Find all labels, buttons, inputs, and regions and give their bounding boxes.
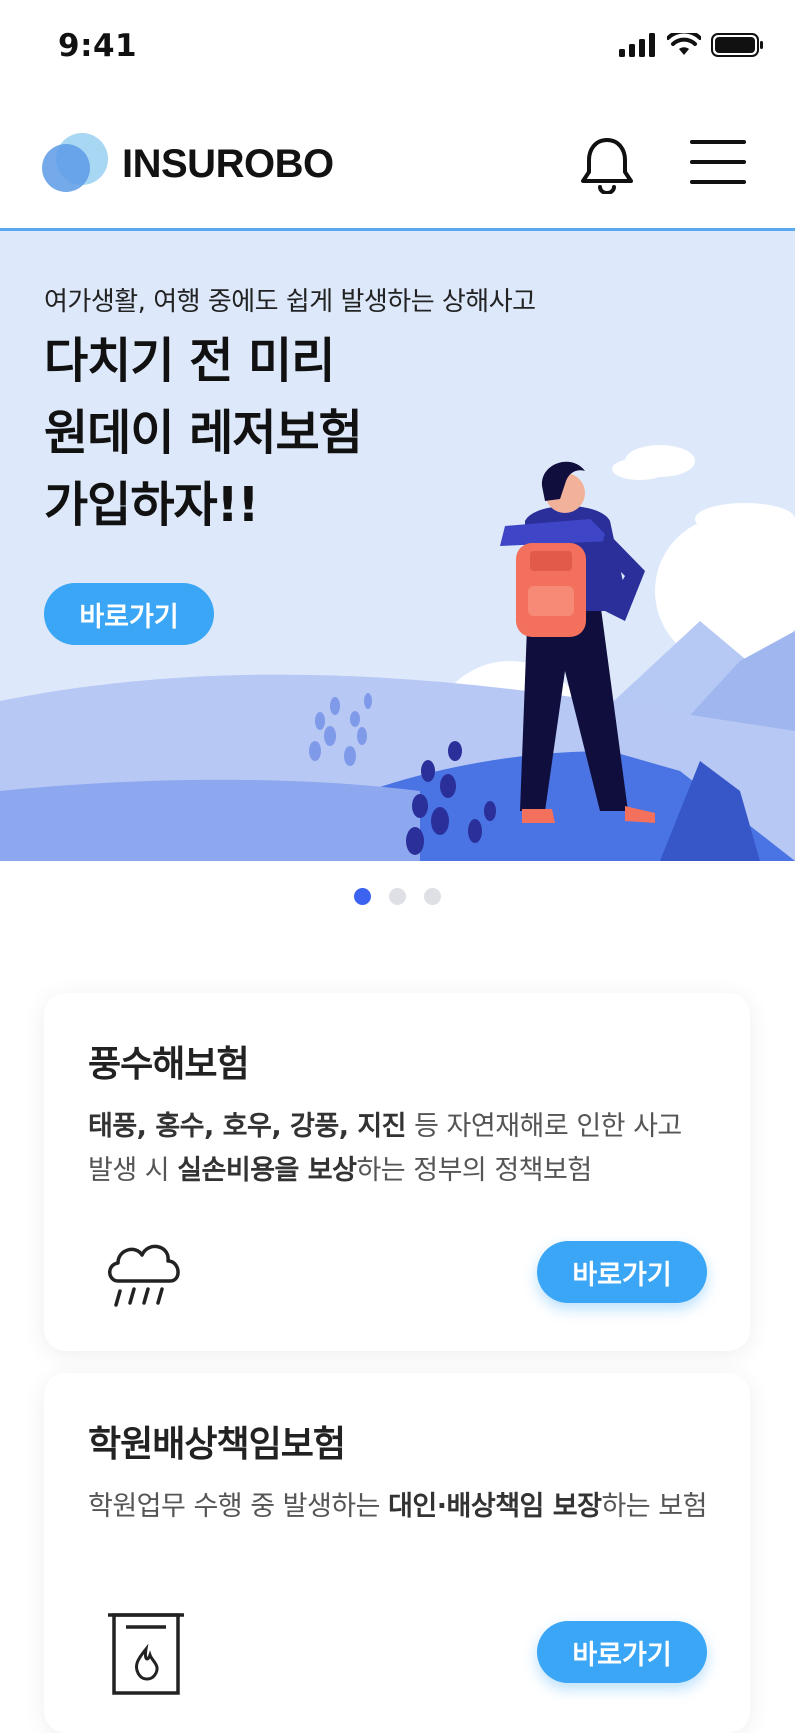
card-desc-text: 하는 보험 xyxy=(601,1491,707,1522)
card-title: 학원배상책임보험 xyxy=(88,1424,346,1465)
banner-title-line: 원데이 레저보험 xyxy=(44,405,363,461)
banner-subtitle: 여가생활, 여행 중에도 쉽게 발생하는 상해사고 xyxy=(44,287,536,317)
logo-text: INSUROBO xyxy=(122,141,334,186)
status-bar: 9:41 xyxy=(0,0,795,100)
wifi-icon xyxy=(667,33,701,55)
banner-go-button[interactable]: 바로가기 xyxy=(44,583,214,645)
card-desc-bold: 실손비용을 보상 xyxy=(177,1155,357,1186)
banner-title-line: 다치기 전 미리 xyxy=(44,333,335,389)
card-desc-bold: 대인·배상책임 보장 xyxy=(388,1491,602,1522)
insurance-card-academy-liability[interactable]: 학원배상책임보험 학원업무 수행 중 발생하는 대인·배상책임 보장하는 보험 … xyxy=(44,1373,750,1733)
carousel-dot[interactable] xyxy=(424,888,441,905)
card-desc-text: 학원업무 수행 중 발생하는 xyxy=(88,1491,389,1522)
carousel-dot-active[interactable] xyxy=(354,888,371,905)
banner-title-line: 가입하자!! xyxy=(44,477,259,533)
card-go-button[interactable]: 바로가기 xyxy=(537,1621,707,1683)
carousel-dot[interactable] xyxy=(389,888,406,905)
insurance-card-storm-flood[interactable]: 풍수해보험 태풍, 홍수, 호우, 강풍, 지진 등 자연재해로 인한 사고 발… xyxy=(44,993,750,1351)
hero-banner: 여가생활, 여행 중에도 쉽게 발생하는 상해사고 다치기 전 미리 원데이 레… xyxy=(0,231,795,861)
battery-icon xyxy=(711,33,763,57)
card-go-button[interactable]: 바로가기 xyxy=(537,1241,707,1303)
card-description: 학원업무 수행 중 발생하는 대인·배상책임 보장하는 보험 xyxy=(88,1485,708,1529)
card-description: 태풍, 홍수, 호우, 강풍, 지진 등 자연재해로 인한 사고 발생 시 실손… xyxy=(88,1105,708,1193)
carousel-indicator xyxy=(354,888,441,905)
notification-bell-icon[interactable] xyxy=(578,136,636,194)
signal-icon xyxy=(619,33,655,57)
app-header: INSUROBO xyxy=(0,100,795,231)
logo-mark-icon xyxy=(42,132,110,196)
rain-cloud-icon xyxy=(108,1244,180,1307)
app-logo[interactable]: INSUROBO xyxy=(42,132,334,196)
fire-extinguisher-box-icon xyxy=(108,1613,184,1695)
card-title: 풍수해보험 xyxy=(88,1044,250,1085)
status-time: 9:41 xyxy=(58,28,138,64)
hamburger-menu-icon[interactable] xyxy=(690,140,746,188)
card-desc-bold: 태풍, 홍수, 호우, 강풍, 지진 xyxy=(88,1111,407,1142)
status-icons xyxy=(619,32,765,58)
card-desc-text: 하는 정부의 정책보험 xyxy=(356,1155,592,1186)
banner-title: 다치기 전 미리 원데이 레저보험 가입하자!! xyxy=(44,325,363,541)
